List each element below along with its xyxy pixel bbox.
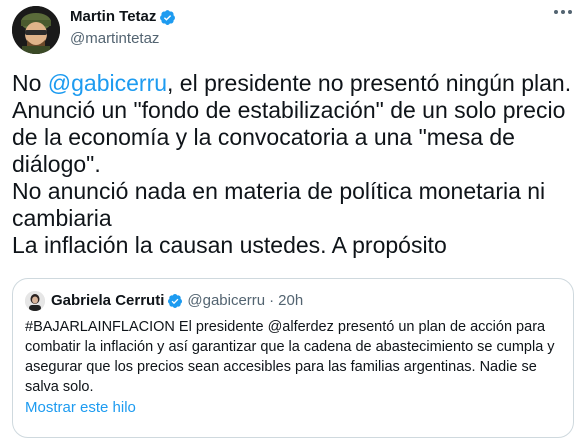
verified-badge-icon	[159, 9, 176, 26]
quoted-handle[interactable]: @gabicerru	[187, 291, 265, 311]
quoted-display-name[interactable]: Gabriela Cerruti	[51, 291, 164, 311]
meta-separator: ·	[269, 292, 275, 309]
tweet-text-prefix: No	[12, 70, 48, 96]
avatar-image	[12, 6, 60, 54]
quoted-avatar-image	[25, 291, 45, 311]
author-display-name[interactable]: Martin Tetaz	[70, 8, 156, 26]
author-avatar[interactable]	[12, 6, 60, 54]
author-handle[interactable]: @martintetaz	[70, 30, 159, 48]
more-options-icon[interactable]	[554, 10, 572, 14]
tweet-text: No @gabicerru, el presidente no presentó…	[12, 70, 578, 259]
tweet-text-body: , el presidente no presentó ningún plan.…	[12, 70, 572, 258]
dot	[568, 10, 572, 14]
show-thread-link[interactable]: Mostrar este hilo	[25, 399, 136, 416]
quoted-author-avatar[interactable]	[25, 291, 45, 311]
quoted-tweet-card[interactable]: Gabriela Cerruti @gabicerru · 20h #BAJAR…	[12, 278, 574, 438]
dot	[561, 10, 565, 14]
mention-link[interactable]: @gabicerru	[48, 70, 167, 96]
quoted-author-row: Gabriela Cerruti @gabicerru · 20h	[51, 291, 303, 311]
dot	[554, 10, 558, 14]
verified-badge-icon	[167, 293, 183, 309]
author-name-row: Martin Tetaz	[70, 8, 176, 26]
quoted-timestamp[interactable]: 20h	[278, 291, 303, 311]
quoted-tweet-text: #BAJARLAINFLACION El presidente @alferde…	[25, 319, 555, 395]
